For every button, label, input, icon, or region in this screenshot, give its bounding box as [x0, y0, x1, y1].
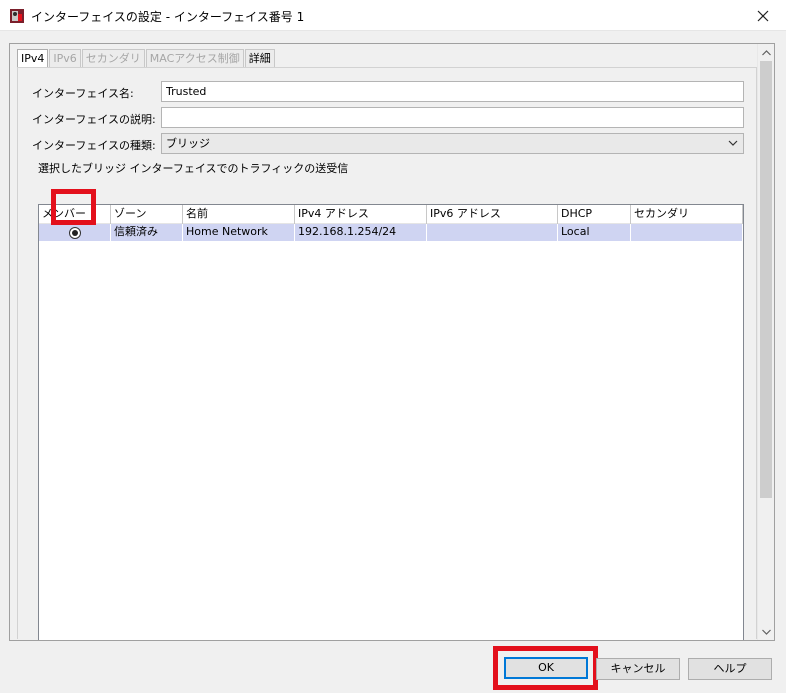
tab-advanced[interactable]: 詳細 — [244, 49, 275, 67]
help-button[interactable]: ヘルプ — [688, 658, 772, 680]
secondary-cell — [631, 224, 743, 241]
member-cell — [39, 224, 111, 241]
ok-button[interactable]: OK — [504, 657, 588, 679]
ipv6-cell — [427, 224, 558, 241]
chevron-up-icon — [761, 49, 771, 55]
interface-name-field[interactable] — [161, 81, 744, 102]
cancel-button[interactable]: キャンセル — [596, 658, 680, 680]
table-row[interactable]: 信頼済み Home Network 192.168.1.254/24 Local — [39, 224, 743, 241]
app-icon — [10, 9, 24, 23]
bridge-section-label: 選択したブリッジ インターフェイスでのトラフィックの送受信 — [38, 162, 349, 175]
ipv4-tab-panel: インターフェイス名: インターフェイスの説明: インターフェイスの種類: ブリッ… — [17, 67, 757, 640]
interface-name-label: インターフェイス名: — [32, 87, 134, 100]
column-header-zone[interactable]: ゾーン — [111, 205, 183, 224]
close-icon — [757, 10, 769, 21]
interface-type-select[interactable]: ブリッジ — [161, 133, 744, 154]
scroll-area: IPv4 IPv6 セカンダリ MACアクセス制御 詳細 インターフェイス名: … — [9, 43, 775, 641]
interface-type-label: インターフェイスの種類: — [32, 139, 156, 152]
close-button[interactable] — [740, 0, 786, 31]
vertical-scrollbar[interactable] — [757, 44, 774, 640]
interface-type-value: ブリッジ — [166, 137, 210, 150]
chevron-down-icon — [728, 140, 738, 146]
column-header-ipv6[interactable]: IPv6 アドレス — [427, 205, 558, 224]
window-title: インターフェイスの設定 - インターフェイス番号 1 — [31, 10, 305, 24]
tab-secondary: セカンダリ — [81, 49, 145, 67]
column-header-member[interactable]: メンバー — [39, 205, 111, 224]
scroll-up-arrow[interactable] — [758, 44, 774, 61]
name-cell: Home Network — [183, 224, 295, 241]
column-header-ipv4[interactable]: IPv4 アドレス — [295, 205, 427, 224]
table-header: メンバー ゾーン 名前 IPv4 アドレス IPv6 アドレス DHCP セカン… — [39, 205, 743, 224]
interface-description-label: インターフェイスの説明: — [32, 113, 156, 126]
scroll-down-arrow[interactable] — [758, 623, 774, 640]
zone-cell: 信頼済み — [111, 224, 183, 241]
tab-ipv6: IPv6 — [49, 49, 81, 67]
bridge-members-table: メンバー ゾーン 名前 IPv4 アドレス IPv6 アドレス DHCP セカン… — [38, 204, 744, 640]
tab-bar: IPv4 IPv6 セカンダリ MACアクセス制御 詳細 — [17, 49, 276, 68]
tab-ipv4[interactable]: IPv4 — [17, 49, 49, 68]
column-header-dhcp[interactable]: DHCP — [558, 205, 631, 224]
scroll-thumb[interactable] — [760, 61, 772, 498]
title-bar: インターフェイスの設定 - インターフェイス番号 1 — [0, 0, 786, 31]
column-header-name[interactable]: 名前 — [183, 205, 295, 224]
tab-mac-access-control: MACアクセス制御 — [145, 49, 244, 67]
member-radio-button[interactable] — [69, 227, 81, 239]
ipv4-cell: 192.168.1.254/24 — [295, 224, 427, 241]
interface-description-field[interactable] — [161, 107, 744, 128]
dhcp-cell: Local — [558, 224, 631, 241]
chevron-down-icon — [761, 629, 771, 635]
column-header-secondary[interactable]: セカンダリ — [631, 205, 743, 224]
